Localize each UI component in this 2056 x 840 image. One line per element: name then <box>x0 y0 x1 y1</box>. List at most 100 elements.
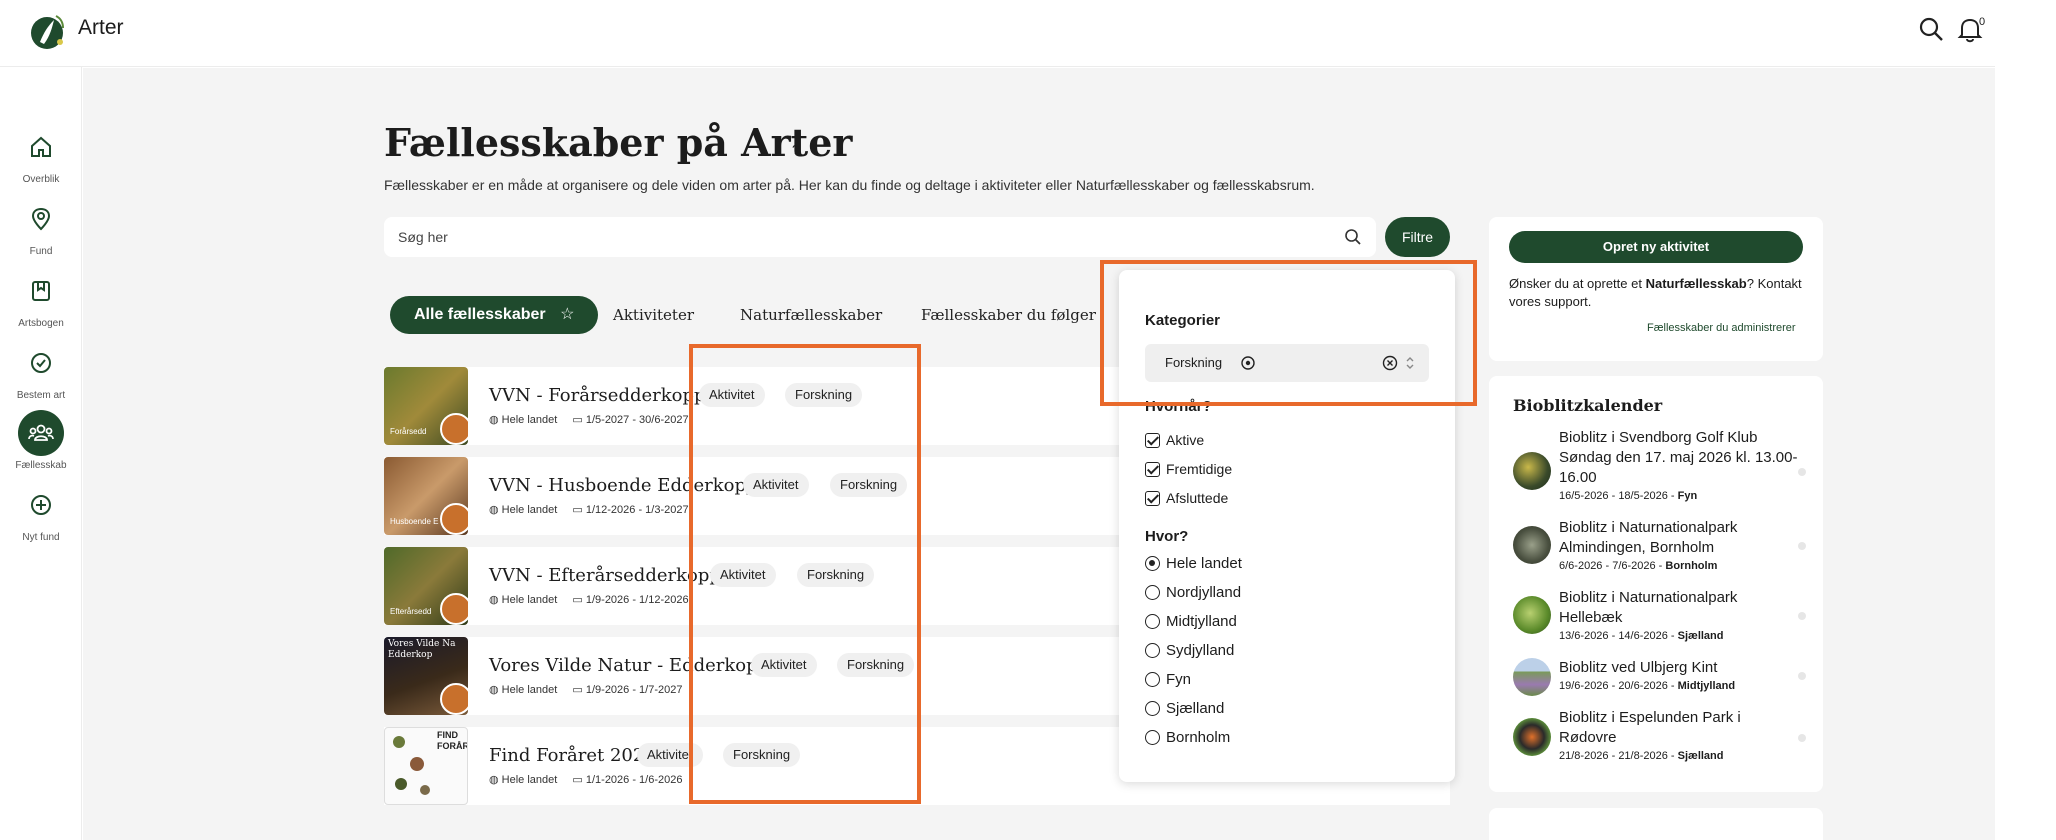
option-label: Sjælland <box>1166 700 1225 717</box>
row-area: Hele landet <box>501 594 558 606</box>
event-region: Midtjylland <box>1677 680 1736 692</box>
status-dot <box>1798 468 1806 476</box>
page-title: Fællesskaber på Arter <box>384 120 853 165</box>
status-dot <box>1798 542 1806 550</box>
globe-icon: ◍ <box>489 504 499 516</box>
support-info: Ønsker du at oprette et Naturfællesskab?… <box>1509 275 1809 311</box>
event-date-range: 13/6-2026 - 14/6-2026 - <box>1559 630 1678 642</box>
radio-sydjylland[interactable]: Sydjylland <box>1145 642 1234 659</box>
option-label: Nordjylland <box>1166 584 1242 601</box>
plus-circle-icon <box>31 495 51 515</box>
calendar-icon: ▭ <box>572 414 583 426</box>
row-dates: 1/12-2026 - 1/3-2027 <box>585 504 689 516</box>
option-label: Afsluttede <box>1166 490 1229 506</box>
admin-link[interactable]: Fællesskaber du administrerer <box>1647 322 1796 334</box>
search-input[interactable] <box>398 217 1298 257</box>
tab-alle-faellesskaber[interactable]: Alle fællesskaber ☆ <box>390 296 599 334</box>
arter-logo[interactable] <box>30 12 68 52</box>
radio[interactable] <box>1145 585 1160 600</box>
info-bold: Naturfællesskab <box>1645 276 1747 291</box>
radio[interactable] <box>1145 614 1160 629</box>
sidebar-item-fund[interactable]: Fund <box>0 196 82 257</box>
event-dates: 19/6-2026 - 20/6-2026 - Midtjylland <box>1559 680 1735 692</box>
help-icon[interactable]: ? <box>792 142 799 157</box>
radio-midtjylland[interactable]: Midtjylland <box>1145 613 1237 630</box>
radio-fyn[interactable]: Fyn <box>1145 671 1191 688</box>
row-thumbnail: Husboende E <box>384 457 468 535</box>
thumbnail-caption: Vores Vilde Na Edderkop <box>388 639 456 660</box>
app-title[interactable]: Arter <box>78 16 124 40</box>
sidebar-item-label: Overblik <box>22 174 60 185</box>
sidebar-item-nyt-fund[interactable]: Nyt fund <box>0 482 82 543</box>
row-meta: ◍ Hele landet ▭ 1/12-2026 - 1/3-2027 <box>489 503 689 516</box>
sidebar-item-artsbogen[interactable]: Artsbogen <box>0 268 82 329</box>
sidebar-item-faellesskab[interactable]: Fællesskab <box>0 410 82 471</box>
radio-hele-landet[interactable]: Hele landet <box>1145 555 1242 572</box>
event-name[interactable]: Bioblitz i Espelunden Park i Rødovre <box>1559 708 1799 748</box>
option-label: Sydjylland <box>1166 642 1235 659</box>
annotation-box-tags <box>689 344 921 804</box>
create-activity-card: Opret ny aktivitet Ønsker du at oprette … <box>1489 217 1823 361</box>
row-meta: ◍ Hele landet ▭ 1/5-2027 - 30/6-2027 <box>489 413 689 426</box>
row-area: Hele landet <box>501 504 558 516</box>
event-image <box>1513 658 1551 696</box>
option-label: Bornholm <box>1166 729 1231 746</box>
checkbox-checked[interactable] <box>1145 462 1160 477</box>
row-meta: ◍ Hele landet ▭ 1/9-2026 - 1/7-2027 <box>489 683 683 696</box>
event-name[interactable]: Bioblitz i Svendborg Golf Klub Søndag de… <box>1559 428 1799 488</box>
calendar-event[interactable]: Bioblitz i Naturnationalpark Hellebæk 13… <box>1513 588 1813 648</box>
globe-icon: ◍ <box>489 594 499 606</box>
thumbnail-caption: Efterårsedd <box>390 607 432 616</box>
calendar-icon: ▭ <box>572 684 583 696</box>
radio[interactable] <box>1145 672 1160 687</box>
radio[interactable] <box>1145 701 1160 716</box>
checkbox-checked[interactable] <box>1145 491 1160 506</box>
row-avatar <box>440 593 468 625</box>
radio[interactable] <box>1145 730 1160 745</box>
calendar-event[interactable]: Bioblitz i Naturnationalpark Almindingen… <box>1513 518 1813 578</box>
status-dot <box>1798 612 1806 620</box>
sidebar-item-label: Bestem art <box>16 390 66 401</box>
row-title[interactable]: Find Foråret 2026 <box>489 745 656 766</box>
radio-nordjylland[interactable]: Nordjylland <box>1145 584 1241 601</box>
event-name[interactable]: Bioblitz ved Ulbjerg Kint <box>1559 658 1799 678</box>
calendar-event[interactable]: Bioblitz i Espelunden Park i Rødovre 21/… <box>1513 708 1813 768</box>
sidebar-item-bestem-art[interactable]: Bestem art <box>0 340 82 401</box>
sidebar: Overblik Fund Artsbogen Bestem art Fælle… <box>0 67 82 840</box>
event-region: Sjælland <box>1677 630 1724 642</box>
globe-icon: ◍ <box>489 684 499 696</box>
row-thumbnail: Vores Vilde Na Edderkop <box>384 637 468 715</box>
tab-faellesskaber-du-foelger[interactable]: Fællesskaber du følger <box>921 296 1096 334</box>
event-name[interactable]: Bioblitz i Naturnationalpark Almindingen… <box>1559 518 1799 558</box>
row-dates: 1/9-2026 - 1/12-2026 <box>585 594 689 606</box>
tab-label: Alle fællesskaber <box>414 306 546 323</box>
calendar-event[interactable]: Bioblitz ved Ulbjerg Kint 19/6-2026 - 20… <box>1513 658 1813 708</box>
radio-selected[interactable] <box>1145 556 1160 571</box>
radio-bornholm[interactable]: Bornholm <box>1145 729 1230 746</box>
event-region: Sjælland <box>1677 750 1724 762</box>
search-icon[interactable] <box>1918 16 1944 42</box>
tab-aktiviteter[interactable]: Aktiviteter <box>613 296 694 334</box>
search-icon[interactable] <box>1344 228 1362 246</box>
book-icon <box>32 281 50 301</box>
checkbox-afsluttede[interactable]: Afsluttede <box>1145 490 1228 506</box>
checkbox-fremtidige[interactable]: Fremtidige <box>1145 461 1232 477</box>
filter-button[interactable]: Filtre <box>1385 217 1450 257</box>
radio[interactable] <box>1145 643 1160 658</box>
radio-sjaelland[interactable]: Sjælland <box>1145 700 1224 717</box>
row-dates: 1/9-2026 - 1/7-2027 <box>585 684 683 696</box>
calendar-title: Bioblitzkalender <box>1513 396 1663 415</box>
sidebar-item-overblik[interactable]: Overblik <box>0 124 82 185</box>
search-bar <box>384 217 1376 257</box>
event-name[interactable]: Bioblitz i Naturnationalpark Hellebæk <box>1559 588 1799 628</box>
calendar-event[interactable]: Bioblitz i Svendborg Golf Klub Søndag de… <box>1513 428 1813 508</box>
tab-naturfaellesskaber[interactable]: Naturfællesskaber <box>740 296 882 334</box>
sidebar-item-label: Artsbogen <box>18 318 64 329</box>
checkbox-checked[interactable] <box>1145 433 1160 448</box>
status-dot <box>1798 672 1806 680</box>
checkbox-aktive[interactable]: Aktive <box>1145 432 1204 448</box>
create-activity-button[interactable]: Opret ny aktivitet <box>1509 231 1803 263</box>
option-label: Aktive <box>1166 432 1205 448</box>
option-label: Hele landet <box>1166 555 1242 572</box>
event-image <box>1513 718 1551 756</box>
